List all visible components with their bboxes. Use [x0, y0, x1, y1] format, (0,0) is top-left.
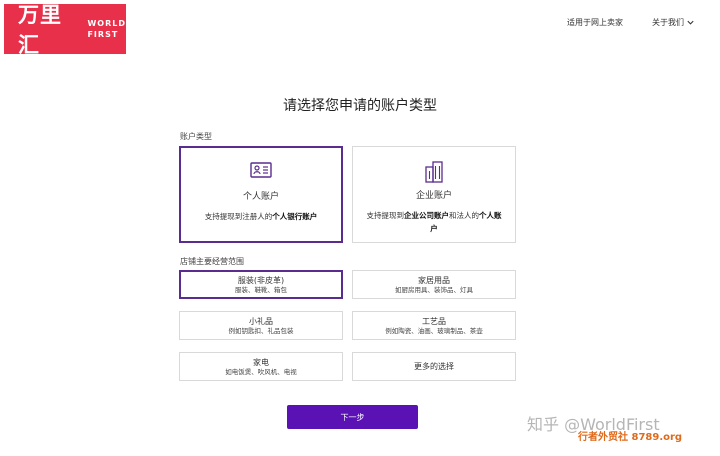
store-option-gifts[interactable]: 小礼品 例如钥匙扣、礼品包装 [179, 311, 343, 340]
business-desc-mid: 和法人的 [449, 211, 479, 220]
chevron-down-icon [687, 20, 694, 25]
business-desc-prefix: 支持提现到 [366, 211, 405, 220]
store-option-crafts[interactable]: 工艺品 例如陶瓷、油画、玻璃制品、茶壶 [352, 311, 516, 340]
logo-en-line1: WORLD [87, 19, 126, 28]
personal-desc-prefix: 支持提现到注册人的 [204, 212, 273, 221]
store-option-sub: 如厨房用具、装饰品、灯具 [395, 285, 473, 294]
store-option-sub: 例如钥匙扣、礼品包装 [228, 326, 294, 335]
account-type-label: 账户类型 [180, 132, 212, 141]
personal-account-card[interactable]: 个人账户 支持提现到注册人的个人银行账户 [179, 146, 343, 243]
store-option-name: 家居用品 [418, 275, 450, 285]
store-option-name: 家电 [253, 357, 269, 367]
page-title: 请选择您申请的账户类型 [283, 98, 437, 114]
store-option-name: 工艺品 [422, 316, 446, 326]
building-icon [353, 161, 515, 183]
next-step-button[interactable]: 下一步 [287, 405, 418, 429]
store-option-more[interactable]: 更多的选择 [352, 352, 516, 381]
logo-en-text: WORLD FIRST [87, 18, 126, 40]
store-option-name: 更多的选择 [414, 362, 454, 371]
business-account-desc: 支持提现到企业公司账户和法人的个人账户 [363, 209, 505, 235]
store-option-sub: 如电饭煲、吹风机、电视 [225, 367, 297, 376]
logo-en-line2: FIRST [87, 30, 119, 39]
store-option-appliances[interactable]: 家电 如电饭煲、吹风机、电视 [179, 352, 343, 381]
worldfirst-logo[interactable]: 万里汇 WORLD FIRST [4, 3, 126, 57]
business-account-card[interactable]: 企业账户 支持提现到企业公司账户和法人的个人账户 [352, 146, 516, 243]
personal-account-desc: 支持提现到注册人的个人银行账户 [191, 210, 331, 223]
nav-online-sellers-link[interactable]: 适用于网上卖家 [567, 17, 623, 28]
id-card-icon [181, 162, 341, 178]
nav-about-label: 关于我们 [652, 18, 684, 27]
logo-cn-text: 万里汇 [18, 3, 62, 57]
business-desc-bold: 企业公司账户 [404, 211, 449, 220]
store-option-apparel[interactable]: 服装(非皮革) 服装、鞋靴、箱包 [179, 270, 343, 299]
site-watermark: 行者外贸社 8789.org [578, 432, 683, 443]
personal-desc-bold: 个人银行账户 [272, 212, 318, 221]
store-scope-label: 店铺主要经营范围 [180, 257, 244, 266]
store-option-name: 小礼品 [249, 316, 273, 326]
nav-about-us-menu[interactable]: 关于我们 [652, 17, 695, 28]
business-account-name: 企业账户 [415, 191, 452, 201]
store-option-name: 服装(非皮革) [237, 275, 285, 285]
store-option-sub: 服装、鞋靴、箱包 [235, 285, 287, 294]
store-option-home[interactable]: 家居用品 如厨房用具、装饰品、灯具 [352, 270, 516, 299]
store-option-sub: 例如陶瓷、油画、玻璃制品、茶壶 [385, 326, 483, 335]
personal-account-name: 个人账户 [242, 192, 279, 202]
